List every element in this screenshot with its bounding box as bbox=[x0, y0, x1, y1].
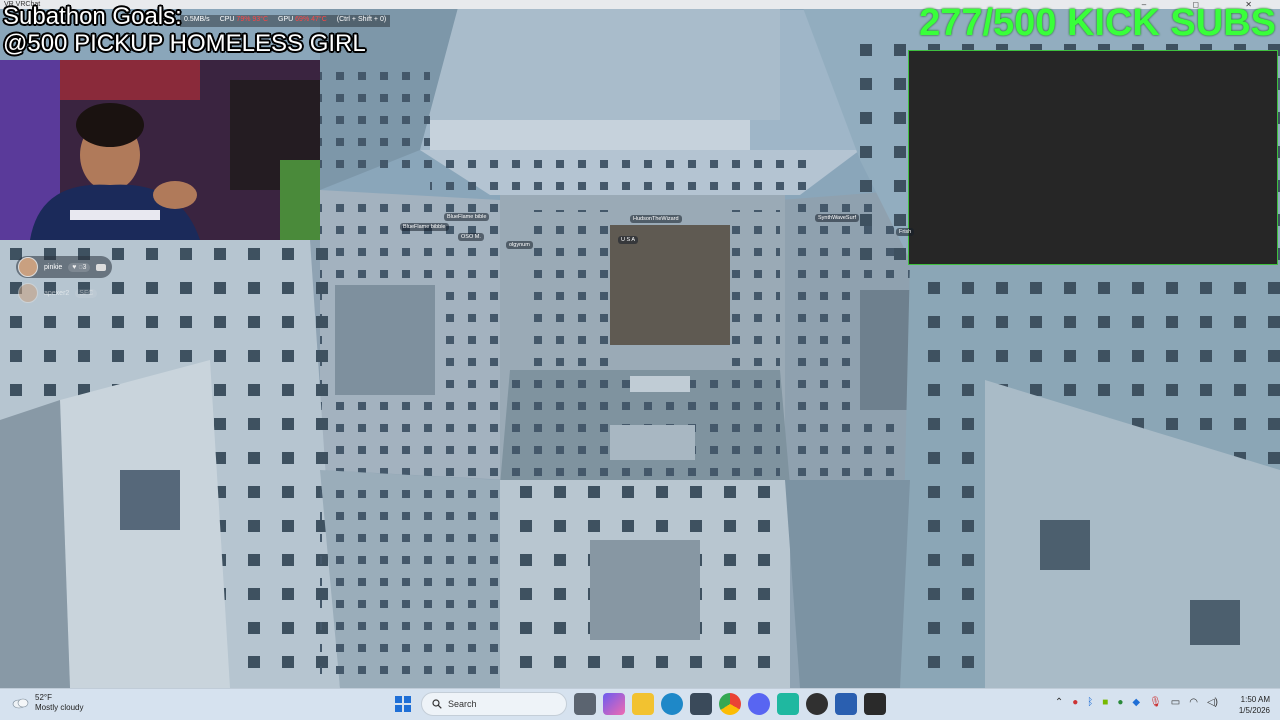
subathon-goal-item: @500 PICKUP HOMELESS GIRL bbox=[3, 30, 366, 57]
player-nameplate[interactable]: HudsonTheWizard bbox=[630, 215, 682, 223]
weather-description: Mostly cloudy bbox=[35, 703, 84, 712]
cloud-icon bbox=[12, 698, 29, 709]
player-nameplate[interactable]: U S A bbox=[618, 236, 639, 244]
voice-user-badge: SFC bbox=[75, 288, 98, 298]
player-nameplate[interactable]: BlueFlame bibble bbox=[400, 223, 449, 231]
microsoft-store-icon[interactable] bbox=[690, 693, 712, 715]
player-nameplate[interactable]: Frish bbox=[896, 228, 915, 236]
edge-browser-icon[interactable] bbox=[661, 693, 683, 715]
file-explorer-icon[interactable] bbox=[632, 693, 654, 715]
search-icon bbox=[432, 699, 442, 709]
app-window-icon[interactable] bbox=[835, 693, 857, 715]
taskbar-center: Search bbox=[392, 692, 886, 716]
voice-user-list: pinkie ♥ ◌3 apexer2 SFC bbox=[16, 256, 113, 308]
overlay-hotkey: (Ctrl + Shift + 0) bbox=[336, 16, 387, 23]
tray-app-icon[interactable]: ● bbox=[1072, 697, 1078, 708]
camera-icon bbox=[96, 263, 107, 271]
app-icon[interactable] bbox=[777, 693, 799, 715]
kick-sub-counter: 277/500 KICK SUBS bbox=[919, 2, 1276, 44]
tray-app-icon[interactable]: ● bbox=[1117, 697, 1123, 708]
webcam-feed bbox=[0, 60, 320, 240]
performance-overlay: 0.5MB/s CPU 79% 93°C GPU 69% 47°C (Ctrl … bbox=[180, 15, 391, 27]
chrome-icon[interactable] bbox=[719, 693, 741, 715]
avatar bbox=[18, 283, 38, 303]
discord-icon[interactable] bbox=[748, 693, 770, 715]
voice-user-name: pinkie bbox=[44, 263, 63, 271]
weather-widget[interactable]: 52°F Mostly cloudy bbox=[12, 693, 83, 713]
voice-user-name: apexer2 bbox=[44, 289, 70, 297]
gpu-stats: GPU 69% 47°C bbox=[278, 16, 327, 23]
wifi-icon[interactable]: ◠ bbox=[1189, 697, 1198, 708]
volume-icon[interactable]: ◁) bbox=[1207, 697, 1218, 708]
avatar bbox=[18, 257, 38, 277]
clock-time: 1:50 AM bbox=[1240, 695, 1270, 704]
network-icon[interactable]: ▭ bbox=[1171, 697, 1180, 708]
voice-user-item[interactable]: apexer2 SFC bbox=[16, 282, 112, 304]
clock-date: 1/5/2026 bbox=[1238, 706, 1270, 715]
taskbar-search[interactable]: Search bbox=[421, 692, 567, 716]
obs-icon[interactable] bbox=[806, 693, 828, 715]
chevron-up-icon[interactable]: ⌃ bbox=[1055, 697, 1063, 708]
copilot-icon[interactable] bbox=[603, 693, 625, 715]
player-nameplate[interactable]: SynthWaveSurf bbox=[815, 214, 860, 222]
player-nameplate[interactable]: olgynum bbox=[506, 241, 533, 249]
cpu-stats: CPU 79% 93°C bbox=[219, 16, 269, 23]
vrchat-icon[interactable] bbox=[864, 693, 886, 715]
task-view-icon[interactable] bbox=[574, 693, 596, 715]
weather-temp: 52°F bbox=[35, 693, 52, 702]
taskbar: 52°F Mostly cloudy Search ⌃ ● ᛒ ■ ● ◆ 🎙 … bbox=[0, 688, 1280, 720]
screen: VR VRChat – ◻ ✕ 0.5MB/s CPU 79% 93°C GPU… bbox=[0, 0, 1280, 720]
player-nameplate[interactable]: OSO M. bbox=[458, 233, 484, 241]
security-icon[interactable]: ◆ bbox=[1132, 697, 1140, 708]
microphone-icon[interactable]: 🎙 bbox=[1149, 697, 1162, 708]
windows-start-icon[interactable] bbox=[392, 693, 414, 715]
streamer-camera-image bbox=[0, 60, 320, 240]
taskbar-clock[interactable]: 1:50 AM 1/5/2026 bbox=[1239, 694, 1270, 716]
voice-user-badge: ♥ ◌3 bbox=[68, 262, 91, 272]
search-placeholder: Search bbox=[448, 699, 477, 709]
network-rate: 0.5MB/s bbox=[184, 16, 210, 23]
bluetooth-icon[interactable]: ᛒ bbox=[1087, 697, 1093, 708]
chat-panel bbox=[908, 50, 1278, 265]
player-nameplate[interactable]: BlueFlame bible bbox=[444, 213, 490, 221]
voice-user-item[interactable]: pinkie ♥ ◌3 bbox=[16, 256, 113, 278]
system-tray: ⌃ ● ᛒ ■ ● ◆ 🎙 ▭ ◠ ◁) bbox=[1055, 697, 1218, 708]
nvidia-icon[interactable]: ■ bbox=[1102, 697, 1108, 708]
subathon-goals-title: Subathon Goals: bbox=[3, 3, 182, 30]
